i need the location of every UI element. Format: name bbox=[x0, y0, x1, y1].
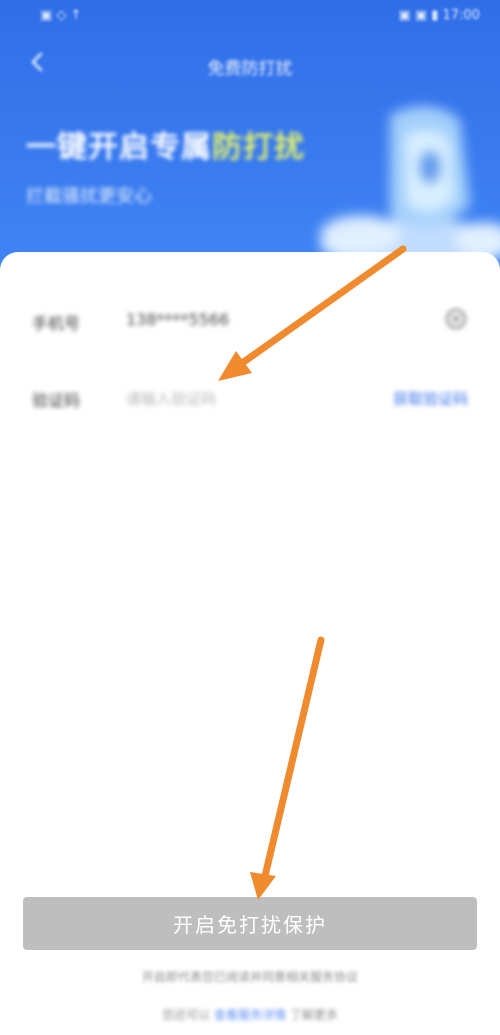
hero-title-highlight: 防打扰 bbox=[212, 130, 305, 165]
hero-title-main: 一键开启专属 bbox=[26, 130, 212, 165]
agreement-suffix: 了解更多 bbox=[289, 1008, 338, 1022]
status-bar: ▣ ◇ ↑ ▣ ▣ ▮ 17:00 bbox=[0, 0, 500, 34]
agreement-text: 开启即代表您已阅读并同意相关服务协议 bbox=[141, 970, 358, 984]
page-title: 免费防打扰 bbox=[207, 59, 293, 79]
hero-subtitle: 拦截骚扰更安心 bbox=[26, 186, 152, 207]
enable-protection-label: 开启免打扰保护 bbox=[173, 913, 327, 937]
header-banner: ▣ ◇ ↑ ▣ ▣ ▮ 17:00 免费防打扰 一键开启专属防打扰 拦截骚扰更安… bbox=[0, 0, 500, 270]
agreement-links: 您还可以 查看服务详情 了解更多 bbox=[0, 1006, 500, 1023]
status-icons-left: ▣ ◇ ↑ bbox=[40, 8, 82, 23]
phone-number-row: 手机号 138****5566 bbox=[0, 300, 500, 340]
hero-title: 一键开启专属防打扰 bbox=[26, 122, 305, 166]
code-label: 验证码 bbox=[32, 391, 81, 410]
status-icons-right: ▣ ▣ ▮ 17:00 bbox=[398, 8, 480, 23]
phone-label: 手机号 bbox=[32, 314, 81, 333]
get-code-button[interactable]: 获取验证码 bbox=[393, 388, 468, 409]
switch-number-icon[interactable] bbox=[444, 307, 468, 331]
verification-code-row: 验证码 请输入验证码 获取验证码 bbox=[0, 377, 500, 417]
agreement-prefix: 您还可以 bbox=[162, 1008, 211, 1022]
hero-section: 一键开启专属防打扰 拦截骚扰更安心 bbox=[26, 122, 305, 208]
navigation-bar: 免费防打扰 bbox=[0, 44, 500, 84]
enable-protection-button[interactable]: 开启免打扰保护 bbox=[23, 897, 477, 950]
code-input[interactable]: 请输入验证码 bbox=[126, 388, 216, 409]
service-details-link[interactable]: 查看服务详情 bbox=[214, 1008, 286, 1022]
phone-number-value: 138****5566 bbox=[126, 310, 230, 329]
shield-mascot-illustration bbox=[320, 106, 500, 265]
